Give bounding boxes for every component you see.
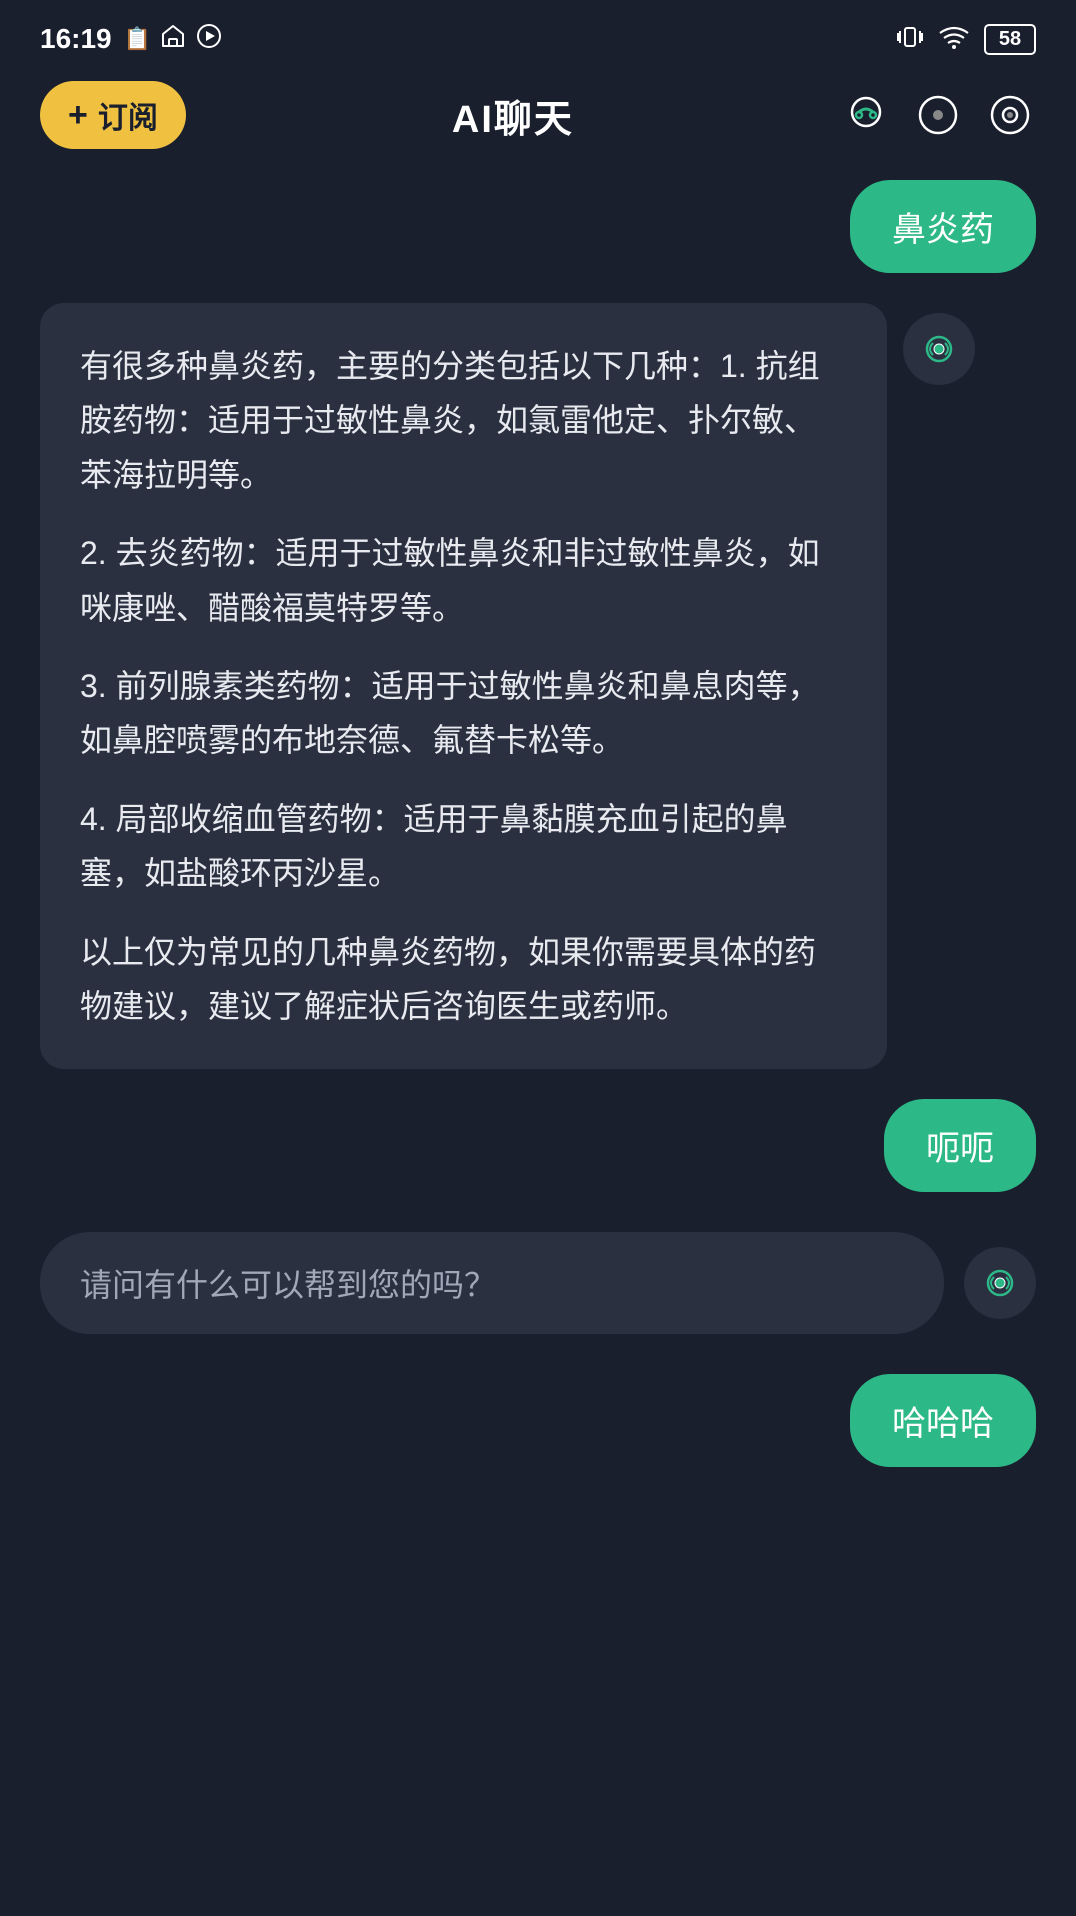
ai-input-message: 请问有什么可以帮到您的吗？ bbox=[40, 1222, 1036, 1344]
vibrate-icon bbox=[896, 23, 924, 56]
time-display: 16:19 bbox=[40, 23, 112, 55]
circle-icon-button[interactable] bbox=[912, 89, 964, 141]
battery-indicator: 58 bbox=[984, 24, 1036, 55]
ai-message-1: 有很多种鼻炎药，主要的分类包括以下几种：1. 抗组胺药物：适用于过敏性鼻炎，如氯… bbox=[40, 303, 1036, 1069]
user-message-1: 鼻炎药 bbox=[40, 180, 1036, 273]
ai-para-3: 3. 前列腺素类药物：适用于过敏性鼻炎和鼻息肉等，如鼻腔喷雾的布地奈德、氟替卡松… bbox=[80, 659, 847, 768]
ai-para-2: 2. 去炎药物：适用于过敏性鼻炎和非过敏性鼻炎，如咪康唑、醋酸福莫特罗等。 bbox=[80, 526, 847, 635]
wifi-icon bbox=[938, 23, 970, 56]
plus-icon: + bbox=[68, 96, 88, 135]
status-icons-left: 📋 bbox=[124, 22, 223, 57]
chat-icon-button[interactable] bbox=[840, 89, 892, 141]
ai-para-5: 以上仅为常见的几种鼻炎药物，如果你需要具体的药物建议，建议了解症状后咨询医生或药… bbox=[80, 925, 847, 1034]
app-header: + 订阅 AI聊天 bbox=[0, 70, 1076, 160]
ai-para-4: 4. 局部收缩血管药物：适用于鼻黏膜充血引起的鼻塞，如盐酸环丙沙星。 bbox=[80, 792, 847, 901]
play-icon bbox=[195, 22, 223, 57]
user-message-2: 呃呃 bbox=[40, 1099, 1036, 1192]
ai-bubble-1: 有很多种鼻炎药，主要的分类包括以下几种：1. 抗组胺药物：适用于过敏性鼻炎，如氯… bbox=[40, 303, 887, 1069]
user-bubble-3: 哈哈哈 bbox=[850, 1374, 1036, 1467]
subscribe-label: 订阅 bbox=[98, 93, 158, 137]
ai-placeholder-text: 请问有什么可以帮到您的吗？ bbox=[40, 1232, 944, 1334]
chat-area: 鼻炎药 有很多种鼻炎药，主要的分类包括以下几种：1. 抗组胺药物：适用于过敏性鼻… bbox=[0, 160, 1076, 1487]
page-title: AI聊天 bbox=[452, 88, 574, 143]
status-right: 58 bbox=[896, 23, 1036, 56]
user-bubble-2: 呃呃 bbox=[884, 1099, 1036, 1192]
home-icon bbox=[159, 22, 187, 57]
ai-audio-button-1[interactable] bbox=[903, 313, 975, 385]
ai-audio-button-2[interactable] bbox=[964, 1247, 1036, 1319]
user-bubble-1: 鼻炎药 bbox=[850, 180, 1036, 273]
status-bar: 16:19 📋 bbox=[0, 0, 1076, 70]
subscribe-button[interactable]: + 订阅 bbox=[40, 81, 186, 149]
user-message-3: 哈哈哈 bbox=[40, 1374, 1036, 1467]
ai-para-1: 有很多种鼻炎药，主要的分类包括以下几种：1. 抗组胺药物：适用于过敏性鼻炎，如氯… bbox=[80, 339, 847, 502]
sim-icon: 📋 bbox=[124, 26, 151, 52]
status-left: 16:19 📋 bbox=[40, 22, 223, 57]
settings-icon-button[interactable] bbox=[984, 89, 1036, 141]
header-actions bbox=[840, 89, 1036, 141]
